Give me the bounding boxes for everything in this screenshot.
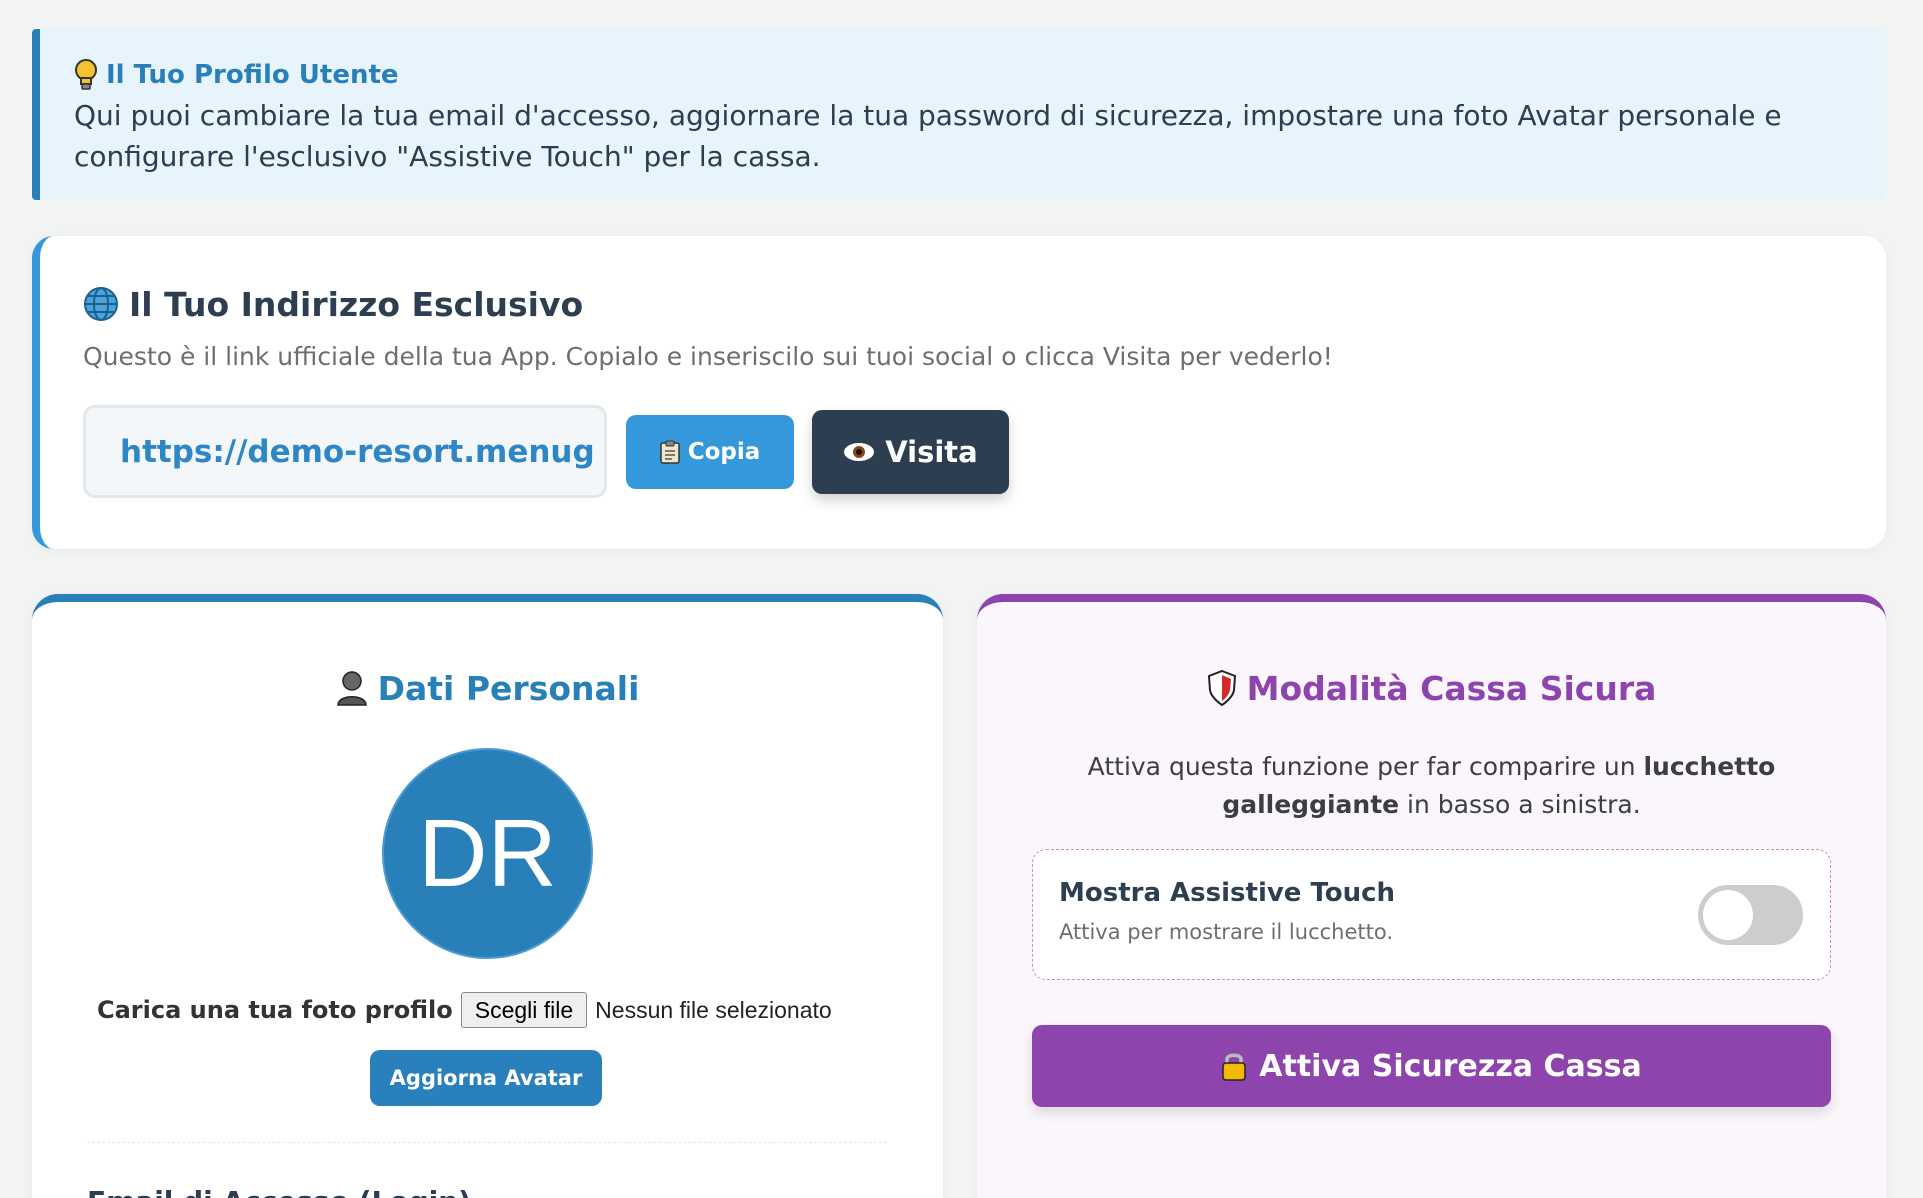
secure-desc-text-2: in basso a sinistra.: [1399, 790, 1641, 819]
avatar-upload-row: Carica una tua foto profilo Scegli file …: [97, 992, 832, 1028]
person-icon: [336, 670, 368, 706]
personal-data-heading: Dati Personali: [32, 664, 943, 712]
activate-security-label: Attiva Sicurezza Cassa: [1259, 1048, 1642, 1084]
switch-knob: [1703, 890, 1753, 940]
lightbulb-icon: [74, 59, 98, 91]
secure-cash-description: Attiva questa funzione per far comparire…: [1057, 748, 1806, 824]
address-title: Il Tuo Indirizzo Esclusivo: [129, 284, 584, 324]
lock-icon: [1221, 1050, 1247, 1082]
shield-icon: [1207, 670, 1237, 706]
file-status: Nessun file selezionato: [595, 996, 832, 1023]
login-email-heading: Email di Accesso (Login): [87, 1185, 471, 1198]
choose-file-button[interactable]: Scegli file: [460, 992, 588, 1028]
secure-desc-text-1: Attiva questa funzione per far comparire…: [1087, 752, 1644, 781]
eye-icon: [843, 441, 875, 463]
copy-button-label: Copia: [687, 438, 761, 465]
profile-page: Il Tuo Profilo Utente Qui puoi cambiare …: [0, 0, 1923, 1198]
personal-data-title: Dati Personali: [377, 668, 640, 708]
address-description: Questo è il link ufficiale della tua App…: [83, 342, 1333, 371]
divider: [87, 1142, 887, 1143]
info-banner-title: Il Tuo Profilo Utente: [106, 60, 399, 90]
assistive-touch-toggle-box: Mostra Assistive Touch Attiva per mostra…: [1032, 849, 1831, 980]
app-url-field[interactable]: https://demo-resort.menug: [83, 405, 607, 498]
globe-icon: [83, 286, 119, 322]
upload-label: Carica una tua foto profilo: [97, 996, 453, 1024]
activate-security-button[interactable]: Attiva Sicurezza Cassa: [1032, 1025, 1831, 1107]
personal-data-card: Dati Personali DR Carica una tua foto pr…: [32, 594, 943, 1198]
secure-cash-heading: Modalità Cassa Sicura: [977, 664, 1886, 712]
update-avatar-button[interactable]: Aggiorna Avatar: [370, 1050, 602, 1106]
info-banner-text: Qui puoi cambiare la tua email d'accesso…: [74, 99, 1782, 173]
avatar: DR: [382, 748, 593, 959]
clipboard-icon: [659, 440, 680, 464]
address-card: Il Tuo Indirizzo Esclusivo Questo è il l…: [32, 236, 1886, 549]
visit-button-label: Visita: [885, 434, 978, 469]
visit-button[interactable]: Visita: [812, 409, 1009, 494]
copy-button[interactable]: Copia: [626, 414, 794, 489]
secure-cash-title: Modalità Cassa Sicura: [1246, 668, 1657, 708]
assistive-touch-switch[interactable]: [1698, 885, 1803, 945]
info-banner: Il Tuo Profilo Utente Qui puoi cambiare …: [32, 29, 1886, 200]
secure-cash-card: Modalità Cassa Sicura Attiva questa funz…: [977, 594, 1886, 1198]
info-banner-title-row: Il Tuo Profilo Utente: [74, 56, 1886, 94]
address-title-row: Il Tuo Indirizzo Esclusivo: [83, 280, 1886, 328]
address-actions: https://demo-resort.menug Copia Visita: [83, 405, 1886, 498]
